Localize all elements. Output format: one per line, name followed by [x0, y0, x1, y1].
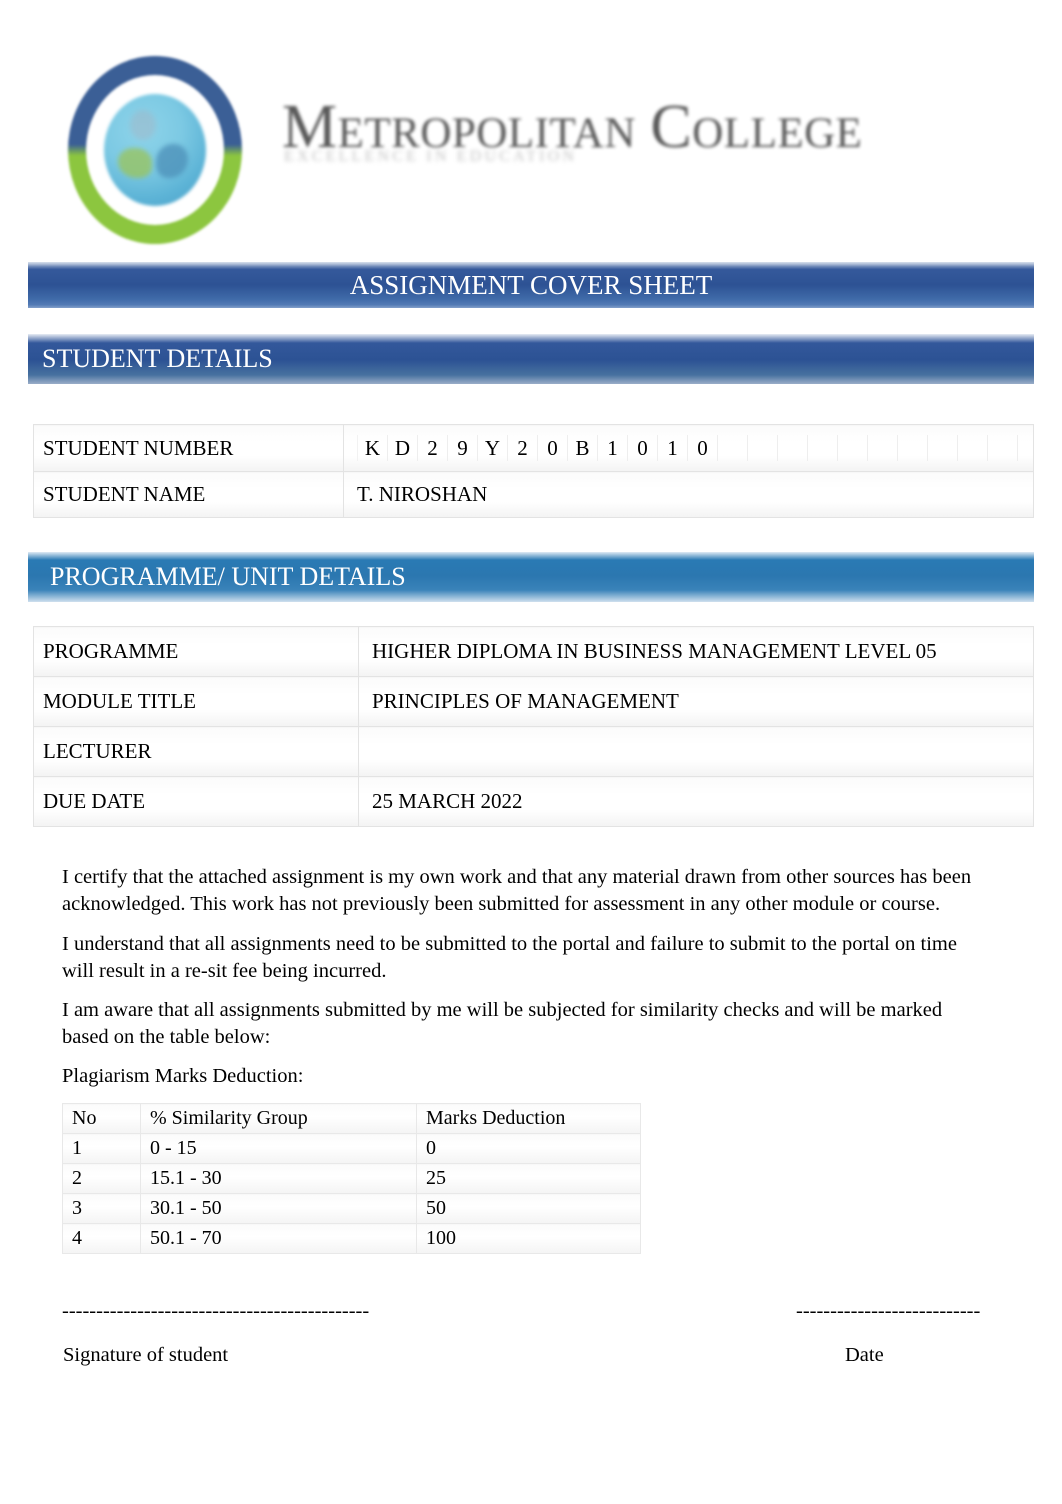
student-number-cell[interactable]: D	[388, 435, 418, 461]
student-number-cell[interactable]	[868, 435, 898, 461]
cover-sheet-page: METROPOLITAN COLLEGE EXCELLENCE IN EDUCA…	[0, 0, 1062, 1504]
table-row: 4 50.1 - 70 100	[62, 1223, 641, 1254]
globe-icon	[104, 94, 206, 206]
table-row: LECTURER	[33, 726, 1034, 777]
student-number-cell[interactable]: Y	[478, 435, 508, 461]
plag-cell-group: 15.1 - 30	[140, 1163, 417, 1194]
plag-cell-deduction: 50	[416, 1193, 641, 1224]
plag-cell-group: 50.1 - 70	[140, 1223, 417, 1254]
student-number-cell[interactable]	[808, 435, 838, 461]
plag-cell-no: 1	[62, 1133, 141, 1164]
student-number-cell[interactable]: 2	[508, 435, 538, 461]
plag-cell-no: 2	[62, 1163, 141, 1194]
student-number-cell[interactable]: B	[568, 435, 598, 461]
student-number-boxes: KD29Y20B1010	[357, 435, 1023, 461]
student-number-cell[interactable]	[838, 435, 868, 461]
plag-header-marks-deduction: Marks Deduction	[416, 1103, 641, 1134]
student-number-cell[interactable]	[958, 435, 988, 461]
student-number-label: STUDENT NUMBER	[33, 424, 344, 472]
table-row: PROGRAMME HIGHER DIPLOMA IN BUSINESS MAN…	[33, 626, 1034, 677]
plagiarism-marks-deduction-table: No % Similarity Group Marks Deduction 1 …	[62, 1103, 641, 1254]
table-row: 2 15.1 - 30 25	[62, 1163, 641, 1194]
globe-landmass-c	[130, 110, 156, 140]
plag-cell-deduction: 100	[416, 1223, 641, 1254]
table-row: 3 30.1 - 50 50	[62, 1193, 641, 1224]
section-header-student-details: STUDENT DETAILS	[28, 334, 1034, 384]
student-number-cell[interactable]: 1	[598, 435, 628, 461]
student-number-cell[interactable]: 0	[538, 435, 568, 461]
plag-cell-deduction: 25	[416, 1163, 641, 1194]
module-title-label: MODULE TITLE	[33, 676, 359, 727]
student-number-cell[interactable]: 0	[628, 435, 658, 461]
student-number-cell[interactable]	[778, 435, 808, 461]
programme-label: PROGRAMME	[33, 626, 359, 677]
college-logo: METROPOLITAN COLLEGE EXCELLENCE IN EDUCA…	[60, 52, 960, 252]
plag-header-similarity-group: % Similarity Group	[140, 1103, 417, 1134]
due-date-label: DUE DATE	[33, 776, 359, 827]
student-number-cell[interactable]	[718, 435, 748, 461]
table-row: STUDENT NAME T. NIROSHAN	[33, 471, 1034, 518]
signature-label: Signature of student	[63, 1344, 229, 1366]
student-details-table: STUDENT NUMBER KD29Y20B1010 STUDENT NAME…	[33, 424, 1034, 518]
programme-value[interactable]: HIGHER DIPLOMA IN BUSINESS MANAGEMENT LE…	[358, 626, 1034, 677]
student-name-value[interactable]: T. NIROSHAN	[343, 471, 1034, 518]
student-number-cell[interactable]	[988, 435, 1018, 461]
table-row: 1 0 - 15 0	[62, 1133, 641, 1164]
student-number-cell[interactable]: 9	[448, 435, 478, 461]
signature-line: ----------------------------------------…	[62, 1300, 370, 1322]
declaration-paragraph-3: I am aware that all assignments submitte…	[62, 999, 943, 1048]
declaration-paragraph-1: I certify that the attached assignment i…	[62, 866, 972, 915]
logo-tagline: EXCELLENCE IN EDUCATION	[284, 148, 578, 165]
student-number-cell[interactable]	[748, 435, 778, 461]
programme-details-table: PROGRAMME HIGHER DIPLOMA IN BUSINESS MAN…	[33, 626, 1034, 827]
student-number-cell[interactable]	[928, 435, 958, 461]
student-name-label: STUDENT NAME	[33, 471, 344, 518]
section-header-programme-details: PROGRAMME/ UNIT DETAILS	[28, 552, 1034, 602]
declaration-paragraph-2: I understand that all assignments need t…	[62, 933, 957, 982]
due-date-value[interactable]: 25 MARCH 2022	[358, 776, 1034, 827]
plag-cell-group: 0 - 15	[140, 1133, 417, 1164]
student-number-cell[interactable]	[898, 435, 928, 461]
date-line: ---------------------------	[796, 1300, 981, 1322]
college-emblem-icon	[60, 52, 250, 247]
lecturer-label: LECTURER	[33, 726, 359, 777]
date-label: Date	[845, 1344, 884, 1366]
table-row: MODULE TITLE PRINCIPLES OF MANAGEMENT	[33, 676, 1034, 727]
plag-cell-deduction: 0	[416, 1133, 641, 1164]
plag-cell-no: 3	[62, 1193, 141, 1224]
student-number-cell[interactable]: 1	[658, 435, 688, 461]
student-number-cell[interactable]: 0	[688, 435, 718, 461]
student-number-cell[interactable]: K	[357, 435, 388, 461]
student-number-cell[interactable]: 2	[418, 435, 448, 461]
page-title: ASSIGNMENT COVER SHEET	[28, 262, 1034, 308]
table-row: DUE DATE 25 MARCH 2022	[33, 776, 1034, 827]
globe-landmass-a	[118, 148, 152, 178]
table-header-row: No % Similarity Group Marks Deduction	[62, 1103, 641, 1134]
student-number-value[interactable]: KD29Y20B1010	[343, 424, 1034, 472]
module-title-value[interactable]: PRINCIPLES OF MANAGEMENT	[358, 676, 1034, 727]
plagiarism-deduction-caption: Plagiarism Marks Deduction:	[62, 1065, 304, 1087]
plag-cell-no: 4	[62, 1223, 141, 1254]
plag-header-no: No	[62, 1103, 141, 1134]
plag-cell-group: 30.1 - 50	[140, 1193, 417, 1224]
table-row: STUDENT NUMBER KD29Y20B1010	[33, 424, 1034, 472]
lecturer-value[interactable]	[358, 726, 1034, 777]
